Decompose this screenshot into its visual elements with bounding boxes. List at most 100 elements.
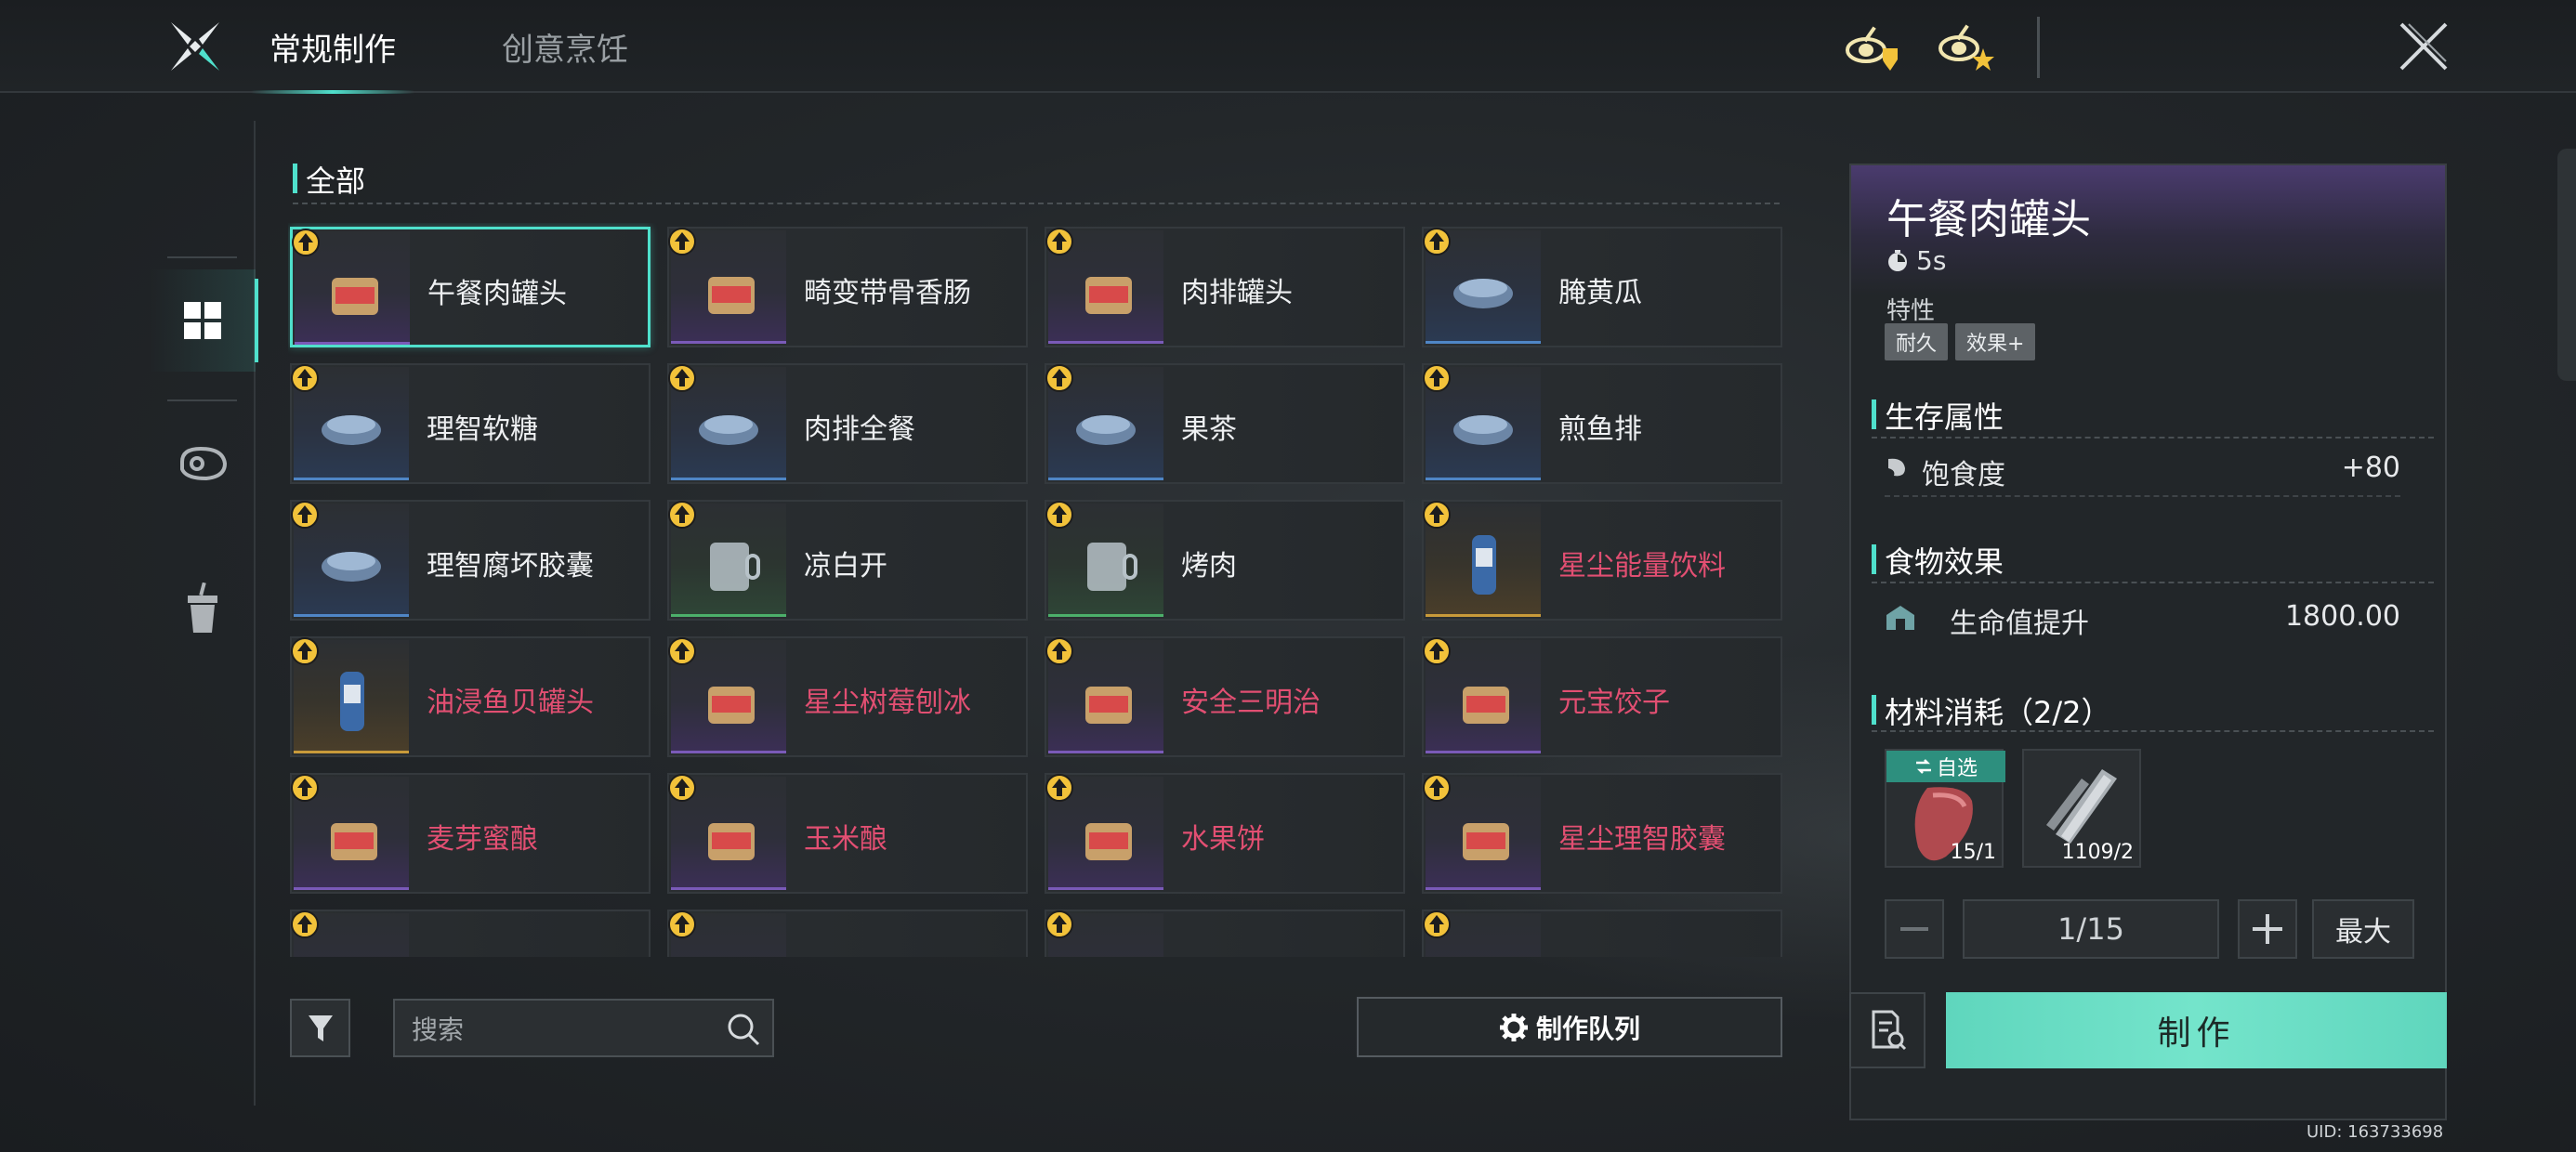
tab-creative-cooking[interactable]: 创意烹饪	[502, 24, 628, 70]
craft-queue-button[interactable]: 制作队列	[1357, 997, 1782, 1057]
filter-button[interactable]	[290, 999, 350, 1057]
recipe-detail-panel: 午餐肉罐头 5s 特性 耐久 效果+ 生存属性 饱食度 +80 食物效果 生命值…	[1849, 164, 2447, 1120]
recipe-card[interactable]: 星尘能量饮料	[1422, 500, 1782, 621]
recipe-card[interactable]: 水果饼	[1045, 773, 1405, 894]
item-icon	[1446, 934, 1520, 957]
recipe-name: 烤肉	[1181, 550, 1237, 583]
recipe-card[interactable]: 星尘树莓刨冰	[667, 636, 1028, 757]
recipe-card[interactable]: 午餐肉罐头	[290, 227, 651, 347]
recipe-card[interactable]: 凉白开	[667, 500, 1028, 621]
increase-button[interactable]	[2238, 899, 2297, 959]
effect-label: 生命值提升	[1950, 608, 2089, 640]
recipe-name: 肉排罐头	[1181, 277, 1293, 309]
recipe-card[interactable]: 元宝饺子	[1422, 636, 1782, 757]
tab-regular-crafting[interactable]: 常规制作	[251, 24, 414, 94]
upgrade-badge-icon	[1045, 501, 1073, 529]
category-all[interactable]	[149, 269, 258, 372]
food-effect-divider	[1872, 582, 2434, 583]
recipe-card[interactable]: 果茶	[1045, 363, 1405, 484]
filter-icon	[308, 1015, 333, 1041]
recipe-card[interactable]	[1045, 910, 1405, 957]
recipe-card[interactable]	[667, 910, 1028, 957]
roast-meat-icon	[1087, 543, 1137, 591]
upgrade-badge-icon	[291, 910, 319, 938]
max-button[interactable]: 最大	[2312, 899, 2414, 959]
material-slot-tin[interactable]: 1109/2	[2022, 749, 2141, 868]
tin-plate-icon	[2046, 769, 2117, 844]
recipe-name: 果茶	[1181, 413, 1237, 446]
recipe-log-button[interactable]	[1849, 992, 1925, 1068]
upgrade-badge-icon	[1423, 637, 1451, 665]
upgrade-badge-icon	[1045, 637, 1073, 665]
sidebar-divider	[167, 256, 237, 258]
recipe-name: 理智软糖	[427, 413, 538, 446]
gear-icon	[1499, 1013, 1528, 1041]
dumplings-icon	[1463, 687, 1509, 724]
search-icon[interactable]	[726, 1012, 761, 1047]
craft-queue-label: 制作队列	[1535, 1013, 1640, 1044]
spam-can-icon	[332, 278, 378, 315]
recipe-card[interactable]: 星尘理智胶囊	[1422, 773, 1782, 894]
recipe-card[interactable]: 烤肉	[1045, 500, 1405, 621]
user-id: UID: 163733698	[2307, 1122, 2444, 1142]
recipe-card[interactable]: 畸变带骨香肠	[667, 227, 1028, 347]
recipe-card[interactable]	[290, 910, 651, 957]
close-icon[interactable]	[2396, 17, 2451, 76]
trait-tag: 效果+	[1955, 323, 2036, 360]
recipe-name: 凉白开	[804, 550, 887, 583]
craft-time-value: 5s	[1916, 245, 1947, 276]
side-handle[interactable]	[2557, 149, 2576, 381]
minus-icon	[1900, 927, 1928, 931]
stat-row-satiety: 饱食度 +80	[1885, 444, 2400, 491]
recipe-card[interactable]: 肉排罐头	[1045, 227, 1405, 347]
trait-tags: 耐久 效果+	[1885, 323, 2036, 360]
search-input[interactable]	[412, 1012, 709, 1047]
chef-guard-icon[interactable]	[1840, 20, 1905, 76]
swap-icon	[1915, 759, 1931, 774]
recipe-name: 星尘理智胶囊	[1558, 823, 1726, 856]
auto-select-badge[interactable]: 自选	[1886, 751, 2005, 782]
recipe-name: 午餐肉罐头	[427, 278, 567, 310]
recipe-card[interactable]: 油浸鱼贝罐头	[290, 636, 651, 757]
search-box	[393, 999, 774, 1057]
recipe-name: 水果饼	[1181, 823, 1265, 856]
recipe-name: 元宝饺子	[1558, 687, 1670, 719]
recipe-card[interactable]: 腌黄瓜	[1422, 227, 1782, 347]
recipe-card[interactable]: 煎鱼排	[1422, 363, 1782, 484]
recipe-card[interactable]	[1422, 910, 1782, 957]
craft-time: 5s	[1886, 245, 1946, 276]
category-sidebar	[149, 121, 258, 1106]
grid-icon	[183, 302, 221, 339]
chef-star-icon[interactable]	[1933, 20, 1998, 76]
top-divider	[2037, 17, 2040, 78]
upgrade-badge-icon	[668, 364, 696, 392]
decrease-button[interactable]	[1885, 899, 1944, 959]
quantity-display[interactable]: 1/15	[1963, 899, 2219, 959]
materials-divider	[1872, 730, 2434, 732]
material-count: 15/1	[1950, 841, 1996, 864]
survival-divider	[1872, 437, 2434, 439]
fruit-tea-icon	[1076, 415, 1136, 445]
item-icon	[314, 934, 388, 957]
shelter-icon	[1886, 606, 1914, 630]
category-food[interactable]	[149, 412, 256, 515]
recipe-card[interactable]: 肉排全餐	[667, 363, 1028, 484]
material-count: 1109/2	[2061, 841, 2134, 864]
energy-drink-icon	[1472, 535, 1496, 595]
meat-icon	[179, 446, 227, 481]
item-icon	[691, 934, 766, 957]
craft-button[interactable]: 制作	[1946, 992, 2447, 1068]
upgrade-badge-icon	[1423, 501, 1451, 529]
recipe-card[interactable]: 安全三明治	[1045, 636, 1405, 757]
recipe-card[interactable]: 麦芽蜜酿	[290, 773, 651, 894]
recipe-card[interactable]: 玉米酿	[667, 773, 1028, 894]
stat-divider	[1885, 495, 2400, 497]
stomach-icon	[1888, 458, 1905, 477]
category-drink[interactable]	[149, 557, 256, 660]
spoiled-capsule-icon	[322, 552, 381, 582]
recipe-card[interactable]: 理智软糖	[290, 363, 651, 484]
recipe-card[interactable]: 理智腐坏胶囊	[290, 500, 651, 621]
material-slot-meat[interactable]: 自选 15/1	[1885, 749, 2005, 868]
bone-sausage-icon	[708, 277, 755, 314]
upgrade-badge-icon	[291, 364, 319, 392]
